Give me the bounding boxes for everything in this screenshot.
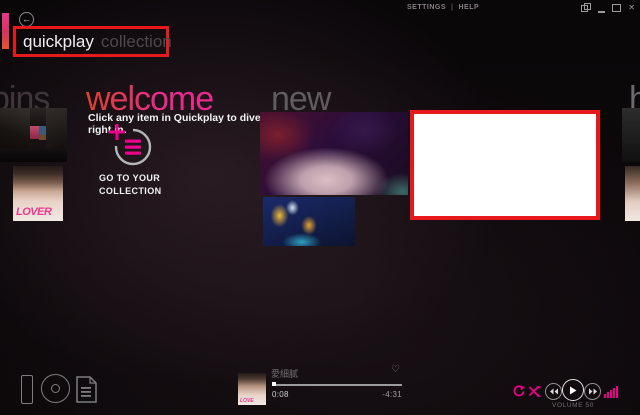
collage-tile: [0, 148, 67, 162]
previous-button[interactable]: [545, 383, 562, 400]
mini-mode-icon[interactable]: [581, 3, 592, 13]
back-arrow-icon: ←: [22, 14, 31, 24]
minimize-icon[interactable]: [598, 4, 606, 13]
elapsed-time: 0:08: [272, 390, 289, 399]
settings-link[interactable]: SETTINGS: [407, 4, 446, 11]
pin-item-album[interactable]: LOVER: [13, 166, 63, 221]
collage-tile: [46, 108, 67, 148]
zune-logo-strip: [2, 13, 9, 49]
next-icon: [588, 388, 597, 395]
device-icon[interactable]: [21, 375, 33, 404]
progress-marker[interactable]: [272, 382, 276, 386]
volume-label: VOLUME 50: [552, 402, 594, 409]
add-to-collection-icon: [109, 124, 152, 166]
titlebar-divider: |: [451, 4, 454, 11]
heart-icon[interactable]: ♡: [391, 365, 400, 375]
new-heading[interactable]: new: [271, 82, 331, 116]
previous-icon: [549, 388, 558, 395]
annotation-title-highlight: quickplay collection: [13, 26, 172, 57]
welcome-heading: welcome: [86, 80, 214, 118]
album-cover-text-small: LOVE: [240, 398, 254, 404]
track-title: 愛細膩: [271, 369, 299, 379]
go-to-collection-label: GO TO YOUR COLLECTION: [99, 173, 162, 197]
history-thumbnail-dark[interactable]: [622, 108, 640, 162]
collage-tile: [0, 108, 30, 148]
progress-bar[interactable]: [272, 384, 402, 386]
album-cover-text: LOVER: [16, 206, 52, 218]
history-thumbnail-light[interactable]: [625, 166, 640, 221]
page-title-secondary[interactable]: collection: [101, 32, 172, 52]
playlist-icon[interactable]: [76, 376, 97, 403]
window-controls: ✕: [581, 3, 635, 13]
play-icon: [570, 386, 577, 394]
shuffle-icon[interactable]: [529, 386, 542, 397]
page-title: quickplay: [23, 31, 94, 51]
help-link[interactable]: HELP: [458, 4, 479, 11]
new-video-thumbnail-large[interactable]: [260, 112, 408, 195]
close-icon[interactable]: ✕: [628, 4, 635, 12]
collage-tile: [39, 126, 46, 135]
play-button[interactable]: [562, 379, 584, 401]
collage-tile: [39, 135, 46, 140]
back-button[interactable]: ←: [19, 12, 34, 27]
maximize-icon[interactable]: [612, 4, 622, 12]
now-playing-thumbnail[interactable]: LOVE: [238, 373, 266, 405]
volume-eq-icon[interactable]: [604, 386, 618, 398]
disc-icon[interactable]: [41, 374, 70, 403]
collage-tile: [30, 126, 39, 139]
pin-item-collage[interactable]: [0, 108, 67, 162]
repeat-icon[interactable]: [512, 385, 525, 398]
go-to-collection-button[interactable]: GO TO YOUR COLLECTION: [94, 121, 166, 198]
remaining-time: -4:31: [382, 390, 402, 399]
zune-quickplay-window: ← quickplay collection SETTINGS | HELP ✕…: [0, 0, 640, 415]
annotation-content-placeholder: [410, 110, 600, 220]
new-video-thumbnail-small[interactable]: [263, 197, 355, 246]
titlebar-links: SETTINGS | HELP: [407, 4, 479, 11]
collage-tile: [30, 108, 46, 126]
next-button[interactable]: [584, 383, 601, 400]
